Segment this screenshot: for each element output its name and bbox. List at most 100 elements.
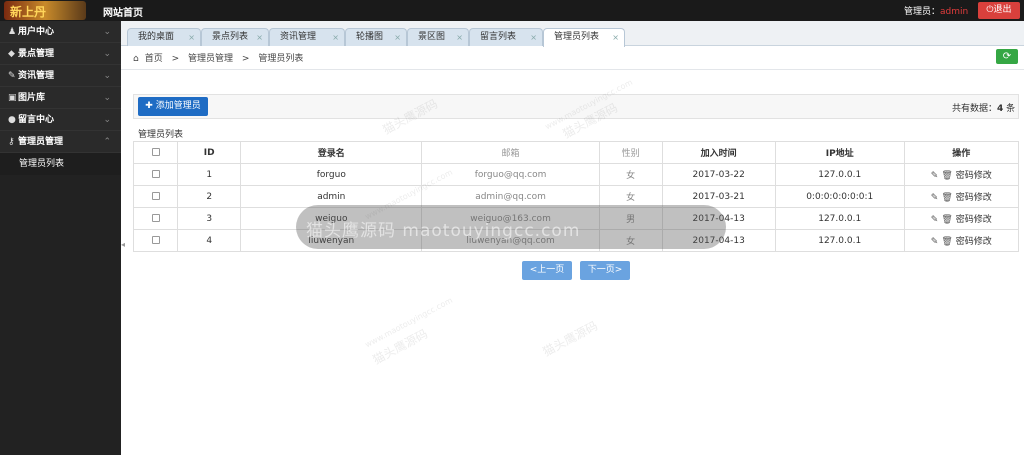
select-all-checkbox[interactable] bbox=[132, 141, 179, 164]
refresh-button[interactable]: ⟳ bbox=[996, 49, 1018, 64]
cell-id: 4 bbox=[177, 229, 242, 252]
tab-label: 景点列表 bbox=[212, 32, 249, 42]
close-icon[interactable]: × bbox=[394, 29, 401, 46]
cell-email: admin@qq.com bbox=[421, 185, 600, 208]
column-header-actions: 操作 bbox=[903, 141, 1020, 164]
sidebar-item-news[interactable]: ✎ 资讯管理 ⌄ bbox=[0, 65, 121, 87]
user-icon: ♟ bbox=[8, 27, 17, 37]
edit-icon[interactable]: ✎ bbox=[931, 193, 939, 203]
change-password-link[interactable]: 密码修改 bbox=[956, 171, 992, 181]
site-home-link[interactable]: 网站首页 bbox=[103, 4, 143, 19]
sidebar-item-label: 图片库 bbox=[18, 93, 46, 103]
cell-gender: 女 bbox=[598, 185, 663, 208]
tab-admin-list[interactable]: 管理员列表 × bbox=[543, 28, 625, 47]
cell-login: weiguo bbox=[240, 207, 423, 230]
trash-icon[interactable]: 🗑 bbox=[941, 171, 952, 181]
site-logo[interactable]: 新上丹 bbox=[4, 1, 86, 20]
edit-icon[interactable]: ✎ bbox=[931, 237, 939, 247]
tab-messages[interactable]: 留言列表 × bbox=[469, 28, 543, 46]
logout-label: 退出 bbox=[993, 5, 1012, 15]
watermark-url: www.maotouyingcc.com bbox=[363, 295, 455, 350]
tab-label: 景区图 bbox=[418, 32, 446, 42]
edit-icon[interactable]: ✎ bbox=[931, 171, 939, 181]
add-admin-label: 添加管理员 bbox=[155, 101, 201, 111]
cell-joined: 2017-04-13 bbox=[661, 229, 776, 252]
tab-carousel[interactable]: 轮播图 × bbox=[345, 28, 407, 46]
row-checkbox[interactable] bbox=[132, 163, 179, 186]
sidebar-item-gallery[interactable]: ▣图片库 ⌄ bbox=[0, 87, 121, 109]
admin-name[interactable]: admin bbox=[940, 7, 968, 17]
edit-icon[interactable]: ✎ bbox=[931, 215, 939, 225]
cell-ip: 127.0.0.1 bbox=[774, 163, 905, 186]
change-password-link[interactable]: 密码修改 bbox=[956, 237, 992, 247]
edit-icon: ✎ bbox=[8, 71, 16, 81]
table-row: 3 weiguo weiguo@163.com 男 2017-04-13 127… bbox=[132, 207, 1020, 230]
breadcrumb-home[interactable]: 首页 bbox=[145, 54, 163, 64]
tab-bar: 我的桌面 × 景点列表 × 资讯管理 × 轮播图 × 景区图 × 留言列表 × 管理员列表 × bbox=[121, 21, 1024, 47]
admin-info: 管理员：admin bbox=[904, 4, 968, 17]
logout-button[interactable]: ⏻退出 bbox=[978, 2, 1020, 19]
column-header-joined: 加入时间 bbox=[661, 141, 776, 164]
column-header-ip: IP地址 bbox=[774, 141, 905, 164]
sidebar-item-admins[interactable]: ⚷ 管理员管理 ⌃ bbox=[0, 131, 121, 153]
sidebar-item-label: 管理员管理 bbox=[18, 137, 64, 147]
sidebar: ♟ 用户中心 ⌄ ◆ 景点管理 ⌄ ✎ 资讯管理 ⌄ ▣图片库 ⌄ ● 留言中心 ⌄ ⚷ 管理员管理… bbox=[0, 21, 121, 455]
tab-label: 留言列表 bbox=[480, 32, 517, 42]
list-title: 管理员列表 bbox=[138, 130, 184, 140]
add-admin-button[interactable]: ✚ 添加管理员 bbox=[138, 97, 208, 116]
cell-actions: ✎ 🗑 密码修改 bbox=[903, 229, 1020, 252]
sidebar-item-messages[interactable]: ● 留言中心 ⌄ bbox=[0, 109, 121, 131]
tab-desktop[interactable]: 我的桌面 × bbox=[127, 28, 201, 46]
cell-login: admin bbox=[240, 185, 423, 208]
cell-ip: 127.0.0.1 bbox=[774, 207, 905, 230]
breadcrumb-sep: > bbox=[171, 54, 180, 64]
prev-page-button[interactable]: <上一页 bbox=[522, 261, 572, 280]
sidebar-item-label: 资讯管理 bbox=[18, 71, 55, 81]
cell-actions: ✎ 🗑 密码修改 bbox=[903, 207, 1020, 230]
logo-text: 新上丹 bbox=[10, 5, 47, 19]
tab-news[interactable]: 资讯管理 × bbox=[269, 28, 345, 46]
sidebar-collapse-icon[interactable]: ◂ bbox=[121, 236, 129, 254]
cell-joined: 2017-04-13 bbox=[661, 207, 776, 230]
close-icon[interactable]: × bbox=[456, 29, 463, 46]
trash-icon[interactable]: 🗑 bbox=[941, 193, 952, 203]
tab-scenic-images[interactable]: 景区图 × bbox=[407, 28, 469, 46]
cell-id: 3 bbox=[177, 207, 242, 230]
cell-login: forguo bbox=[240, 163, 423, 186]
close-icon[interactable]: × bbox=[188, 29, 195, 46]
toolbar-panel bbox=[133, 94, 1019, 119]
top-bar: 新上丹 网站首页 管理员：admin ⏻退出 bbox=[0, 0, 1024, 21]
cell-gender: 女 bbox=[598, 163, 663, 186]
breadcrumb-level1[interactable]: 管理员管理 bbox=[188, 54, 233, 64]
row-checkbox[interactable] bbox=[132, 229, 179, 252]
row-checkbox[interactable] bbox=[132, 185, 179, 208]
total-count: 共有数据：4 条 bbox=[952, 101, 1015, 114]
trash-icon[interactable]: 🗑 bbox=[941, 237, 952, 247]
tab-scenic-list[interactable]: 景点列表 × bbox=[201, 28, 269, 46]
sidebar-item-scenic[interactable]: ◆ 景点管理 ⌄ bbox=[0, 43, 121, 65]
change-password-link[interactable]: 密码修改 bbox=[956, 193, 992, 203]
watermark: 猫头鹰源码 bbox=[540, 318, 601, 360]
close-icon[interactable]: × bbox=[612, 29, 619, 46]
cell-ip: 127.0.0.1 bbox=[774, 229, 905, 252]
cell-email: weiguo@163.com bbox=[421, 207, 600, 230]
table-row: 2 admin admin@qq.com 女 2017-03-21 0:0:0:… bbox=[132, 185, 1020, 208]
total-prefix: 共有数据： bbox=[952, 104, 998, 114]
cell-id: 2 bbox=[177, 185, 242, 208]
chevron-up-icon: ⌃ bbox=[103, 137, 111, 147]
row-checkbox[interactable] bbox=[132, 207, 179, 230]
close-icon[interactable]: × bbox=[256, 29, 263, 46]
plus-icon: ✚ bbox=[145, 101, 153, 111]
close-icon[interactable]: × bbox=[332, 29, 339, 46]
column-header-gender: 性别 bbox=[598, 141, 663, 164]
cell-email: liuwenyan@qq.com bbox=[421, 229, 600, 252]
comment-icon: ● bbox=[8, 115, 16, 125]
change-password-link[interactable]: 密码修改 bbox=[956, 215, 992, 225]
next-page-button[interactable]: 下一页> bbox=[580, 261, 630, 280]
sidebar-subitem-admin-list[interactable]: 管理员列表 bbox=[0, 153, 121, 175]
close-icon[interactable]: × bbox=[530, 29, 537, 46]
sidebar-item-user-center[interactable]: ♟ 用户中心 ⌄ bbox=[0, 21, 121, 43]
trash-icon[interactable]: 🗑 bbox=[941, 215, 952, 225]
table-row: 1 forguo forguo@qq.com 女 2017-03-22 127.… bbox=[132, 163, 1020, 186]
column-header-id: ID bbox=[177, 141, 242, 164]
